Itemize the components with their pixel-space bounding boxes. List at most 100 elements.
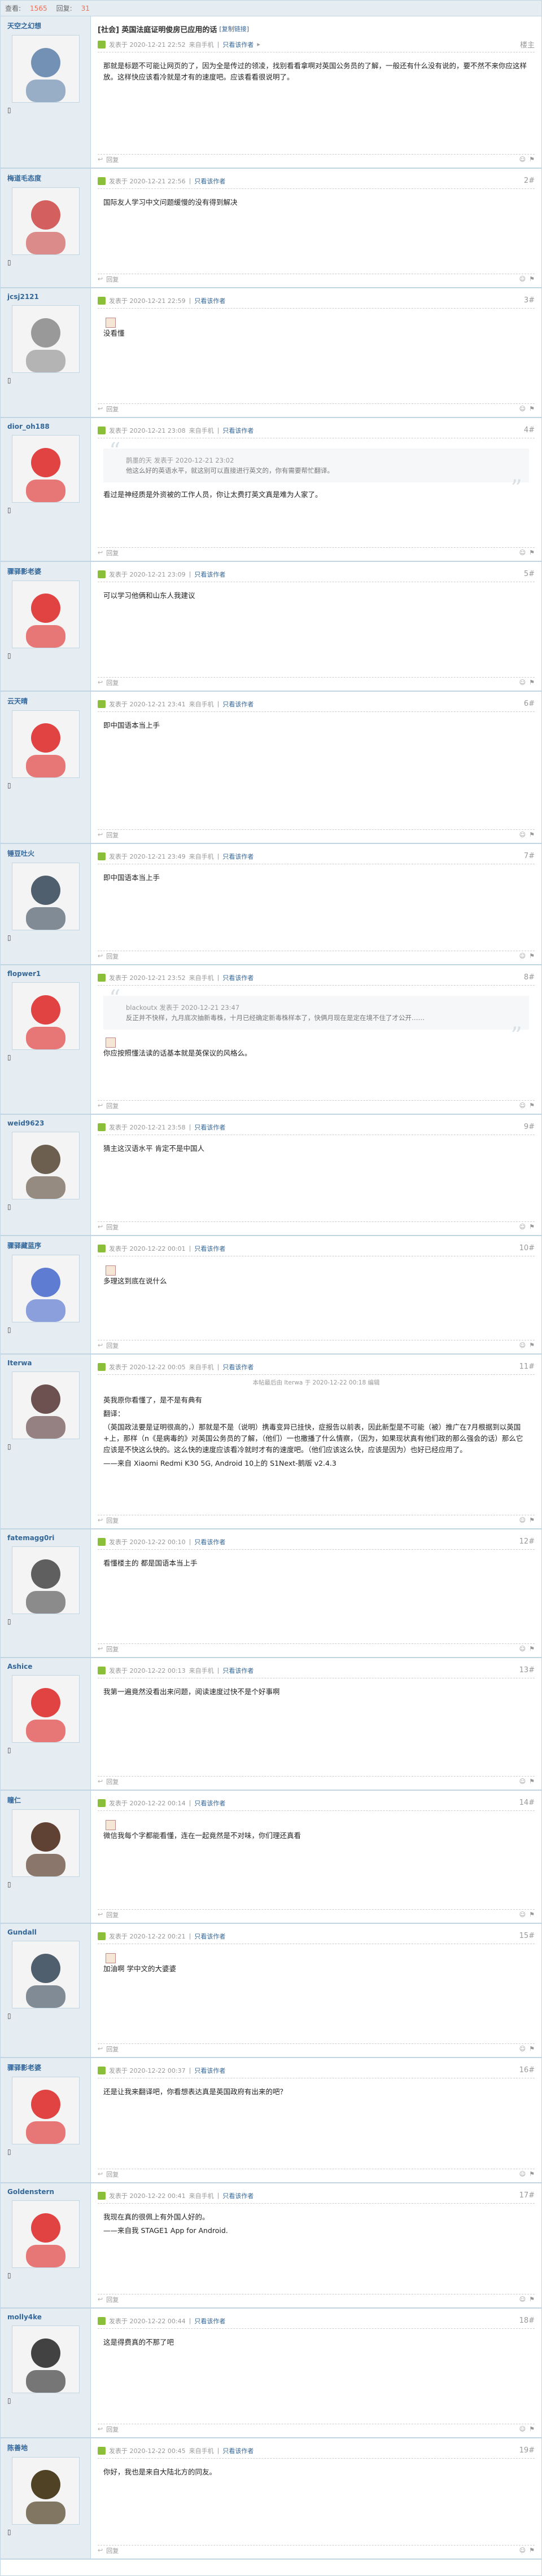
rate-icon[interactable]: ☺ <box>519 549 526 556</box>
report-icon[interactable]: ⚑ <box>529 405 535 412</box>
report-icon[interactable]: ⚑ <box>529 1911 535 1918</box>
floor-number[interactable]: 2# <box>524 177 535 185</box>
floor-number[interactable]: 4# <box>524 426 535 434</box>
avatar[interactable] <box>11 982 80 1050</box>
rate-icon[interactable]: ☺ <box>519 1223 526 1230</box>
author-name[interactable]: jcsj2121 <box>7 293 84 301</box>
author-name[interactable]: 骤驿影老婆 <box>7 566 84 576</box>
avatar[interactable] <box>11 1132 80 1199</box>
only-author-link[interactable]: 只看该作者 <box>222 1666 253 1675</box>
floor-number[interactable]: 14# <box>519 1799 535 1807</box>
only-author-link[interactable]: 只看该作者 <box>194 1244 225 1253</box>
avatar[interactable] <box>11 863 80 930</box>
report-icon[interactable]: ⚑ <box>529 1778 535 1785</box>
quote-author[interactable]: blackoutx 发表于 2020-12-21 23:47 <box>126 1003 495 1013</box>
rate-icon[interactable]: ☺ <box>519 275 526 283</box>
author-name[interactable]: weid9623 <box>7 1119 84 1127</box>
report-icon[interactable]: ⚑ <box>529 952 535 960</box>
only-author-link[interactable]: 只看该作者 <box>194 1123 225 1132</box>
only-author-link[interactable]: 只看该作者 <box>194 570 225 579</box>
reply-button[interactable]: 回复 <box>106 1101 119 1110</box>
floor-number[interactable]: 16# <box>519 2066 535 2074</box>
floor-number[interactable]: 15# <box>519 1932 535 1940</box>
only-author-link[interactable]: 只看该作者 <box>222 2446 253 2455</box>
rate-icon[interactable]: ☺ <box>519 405 526 412</box>
report-icon[interactable]: ⚑ <box>529 1645 535 1652</box>
rate-icon[interactable]: ☺ <box>519 2425 526 2433</box>
reply-button[interactable]: 回复 <box>106 678 119 687</box>
rate-icon[interactable]: ☺ <box>519 156 526 163</box>
avatar[interactable] <box>11 1941 80 2008</box>
rate-icon[interactable]: ☺ <box>519 1645 526 1652</box>
floor-number[interactable]: 7# <box>524 852 535 860</box>
rate-icon[interactable]: ☺ <box>519 831 526 838</box>
reply-button[interactable]: 回复 <box>106 1516 119 1525</box>
author-name[interactable]: 骤驿影老婆 <box>7 2063 84 2072</box>
avatar[interactable] <box>11 710 80 778</box>
floor-number[interactable]: 6# <box>524 700 535 708</box>
avatar[interactable] <box>11 1255 80 1322</box>
only-author-link[interactable]: 只看该作者 <box>222 700 253 709</box>
more-arrow-icon[interactable]: ▸ <box>257 41 260 48</box>
floor-number[interactable]: 19# <box>519 2446 535 2455</box>
author-name[interactable]: 瞳仁 <box>7 1795 84 1805</box>
author-name[interactable]: Gundall <box>7 1928 84 1936</box>
floor-number[interactable]: 11# <box>519 1362 535 1371</box>
avatar[interactable] <box>11 1675 80 1743</box>
floor-number[interactable]: 楼主 <box>520 39 535 50</box>
reply-button[interactable]: 回复 <box>106 548 119 557</box>
rate-icon[interactable]: ☺ <box>519 1911 526 1918</box>
author-name[interactable]: Goldenstern <box>7 2188 84 2196</box>
reply-button[interactable]: 回复 <box>106 1910 119 1919</box>
avatar[interactable] <box>11 1546 80 1614</box>
copy-link[interactable]: [复制链接] <box>219 24 249 33</box>
author-name[interactable]: 梅道毛态度 <box>7 173 84 183</box>
rate-icon[interactable]: ☺ <box>519 952 526 960</box>
reply-button[interactable]: 回复 <box>106 1341 119 1350</box>
author-name[interactable]: 骤驿藏蓝序 <box>7 1241 84 1250</box>
author-name[interactable]: 陈善地 <box>7 2443 84 2452</box>
only-author-link[interactable]: 只看该作者 <box>222 40 253 49</box>
rate-icon[interactable]: ☺ <box>519 2170 526 2178</box>
reply-button[interactable]: 回复 <box>106 405 119 414</box>
only-author-link[interactable]: 只看该作者 <box>194 296 225 305</box>
report-icon[interactable]: ⚑ <box>529 2045 535 2052</box>
avatar[interactable] <box>11 1809 80 1877</box>
report-icon[interactable]: ⚑ <box>529 1342 535 1349</box>
author-name[interactable]: 云天晴 <box>7 696 84 706</box>
report-icon[interactable]: ⚑ <box>529 679 535 686</box>
rate-icon[interactable]: ☺ <box>519 679 526 686</box>
reply-button[interactable]: 回复 <box>106 2045 119 2054</box>
report-icon[interactable]: ⚑ <box>529 1516 535 1524</box>
avatar[interactable] <box>11 2326 80 2393</box>
rate-icon[interactable]: ☺ <box>519 2045 526 2052</box>
floor-number[interactable]: 17# <box>519 2191 535 2200</box>
rate-icon[interactable]: ☺ <box>519 1516 526 1524</box>
reply-button[interactable]: 回复 <box>106 2170 119 2179</box>
only-author-link[interactable]: 只看该作者 <box>222 1362 253 1371</box>
author-name[interactable]: 锤豆吐火 <box>7 849 84 858</box>
reply-button[interactable]: 回复 <box>106 1777 119 1786</box>
floor-number[interactable]: 13# <box>519 1666 535 1674</box>
author-name[interactable]: Ashice <box>7 1663 84 1671</box>
only-author-link[interactable]: 只看该作者 <box>194 2066 225 2075</box>
author-name[interactable]: Iterwa <box>7 1359 84 1367</box>
report-icon[interactable]: ⚑ <box>529 156 535 163</box>
reply-button[interactable]: 回复 <box>106 2546 119 2555</box>
author-name[interactable]: 天空之幻想 <box>7 21 84 30</box>
only-author-link[interactable]: 只看该作者 <box>194 2316 225 2326</box>
report-icon[interactable]: ⚑ <box>529 1102 535 1109</box>
only-author-link[interactable]: 只看该作者 <box>194 1537 225 1546</box>
avatar[interactable] <box>11 2200 80 2268</box>
floor-number[interactable]: 8# <box>524 973 535 982</box>
floor-number[interactable]: 9# <box>524 1123 535 1131</box>
only-author-link[interactable]: 只看该作者 <box>194 1932 225 1941</box>
avatar[interactable] <box>11 187 80 255</box>
only-author-link[interactable]: 只看该作者 <box>222 973 253 982</box>
report-icon[interactable]: ⚑ <box>529 2425 535 2433</box>
quote-author[interactable]: 鹊墨的天 发表于 2020-12-21 23:02 <box>126 455 495 465</box>
reply-button[interactable]: 回复 <box>106 275 119 284</box>
author-name[interactable]: dior_oh188 <box>7 423 84 430</box>
rate-icon[interactable]: ☺ <box>519 1778 526 1785</box>
reply-button[interactable]: 回复 <box>106 2295 119 2304</box>
